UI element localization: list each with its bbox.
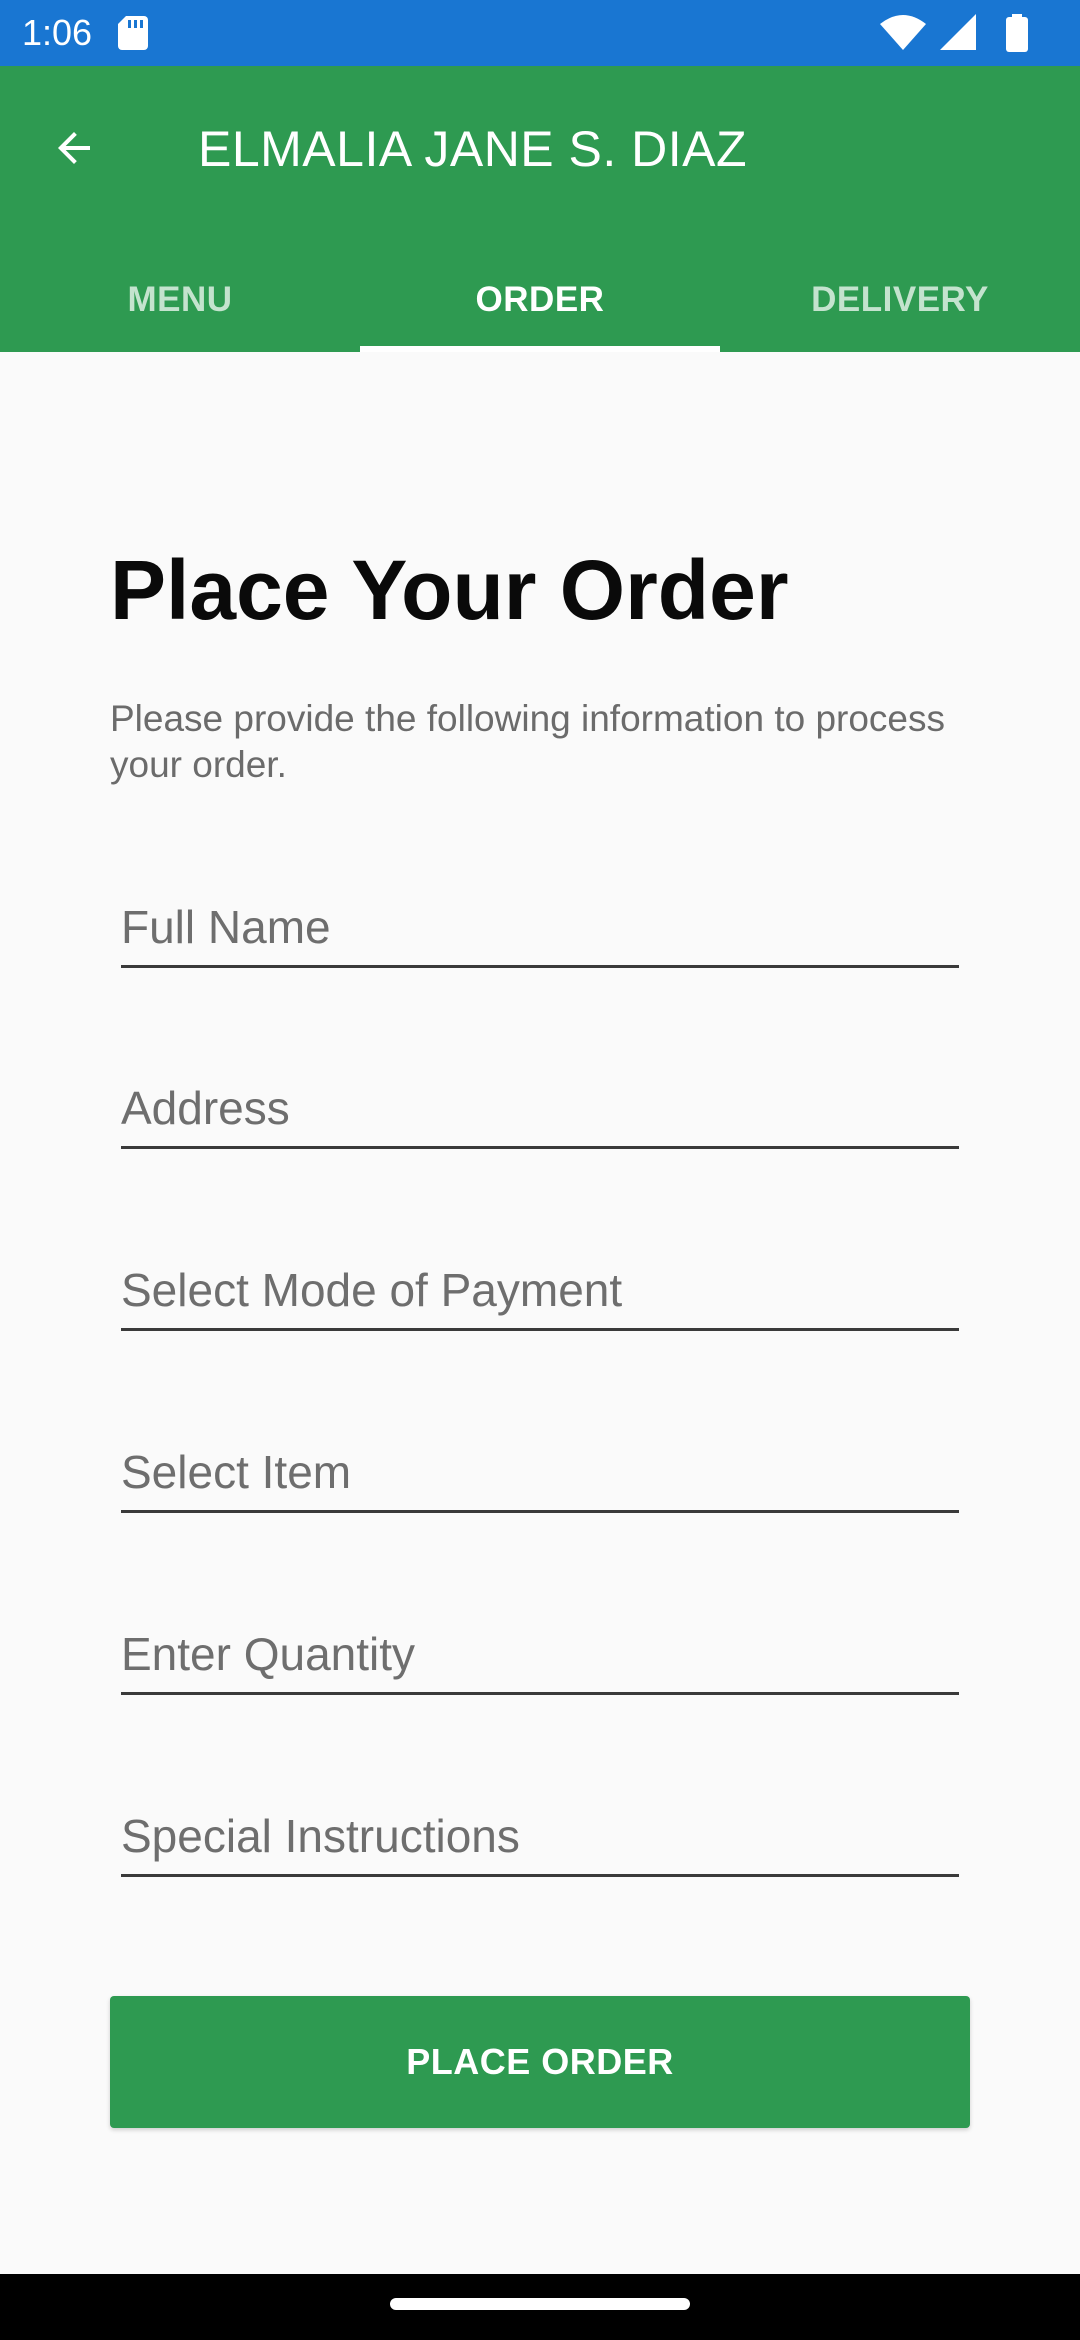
tab-indicator [360,346,720,352]
payment-mode-input[interactable] [121,1260,959,1320]
tab-label: MENU [127,280,233,319]
status-time: 1:06 [22,12,93,53]
app-title: ELMALIA JANE S. DIAZ [198,121,748,177]
home-handle[interactable] [390,2298,690,2310]
full-name-field [121,881,959,968]
status-icons [880,14,1050,52]
status-bar: 1:06 [0,0,1080,66]
quantity-input[interactable] [121,1624,959,1684]
full-name-input[interactable] [121,897,959,957]
special-instructions-field [121,1790,959,1877]
item-input[interactable] [121,1442,959,1502]
special-instructions-input[interactable] [121,1806,959,1866]
tab-delivery[interactable]: DELIVERY [720,248,1080,352]
arrow-back-icon [58,132,90,164]
page-title: Place Your Order [110,543,789,637]
cellular-signal-icon [940,14,976,50]
back-button[interactable] [38,112,110,184]
page-subtitle: Please provide the following information… [110,698,946,785]
payment-mode-field [121,1244,959,1331]
address-field [121,1062,959,1149]
tab-label: DELIVERY [811,280,989,319]
tab-order[interactable]: ORDER [360,248,720,352]
place-order-button[interactable]: PLACE ORDER [110,1996,970,2128]
tab-menu[interactable]: MENU [0,248,360,352]
wifi-icon [880,15,926,50]
tab-bar: MENU ORDER DELIVERY [0,248,1080,352]
app-bar: ELMALIA JANE S. DIAZ MENU ORDER DELIVERY [0,66,1080,352]
address-input[interactable] [121,1078,959,1138]
navigation-bar [0,2274,1080,2340]
battery-icon [1006,14,1028,52]
sd-card-icon [118,16,148,50]
quantity-field [121,1608,959,1695]
tab-label: ORDER [475,280,605,319]
item-field [121,1426,959,1513]
